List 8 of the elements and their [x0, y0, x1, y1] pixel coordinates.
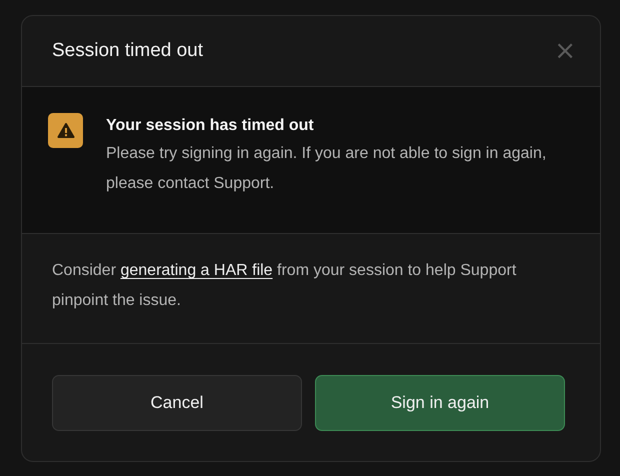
har-file-link[interactable]: generating a HAR file	[120, 262, 273, 279]
help-text: Consider generating a HAR file from your session to help Support pinpoint the issue.	[52, 261, 518, 311]
warning-icon	[48, 113, 83, 148]
dialog-title: Session timed out	[52, 40, 204, 62]
alert-title: Your session has timed out	[106, 117, 315, 135]
cancel-button[interactable]: Cancel	[52, 375, 302, 431]
alert-message: Please try signing in again. If you are not able to sign in again, please contact Support.	[106, 144, 548, 194]
sign-in-button[interactable]: Sign in again	[315, 375, 565, 431]
